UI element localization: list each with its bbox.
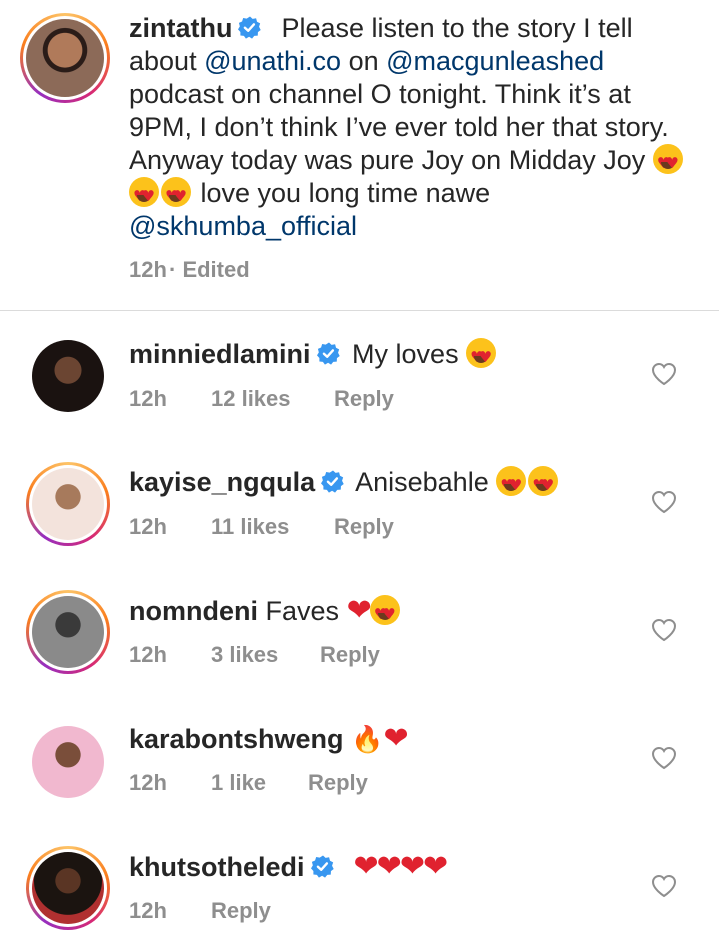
heart-eyes-emoji <box>652 144 683 180</box>
comment-username[interactable]: nomndeni <box>129 596 258 626</box>
comment-timestamp: 12h <box>129 642 167 667</box>
red-heart-emoji: ❤ <box>376 849 402 884</box>
post-author-avatar[interactable] <box>20 13 110 103</box>
fire-emoji: 🔥 <box>351 725 384 755</box>
caption-text-2: on <box>341 46 387 76</box>
comment-avatar[interactable] <box>26 590 110 674</box>
comment-timestamp: 12h <box>129 386 167 411</box>
post-timestamp: 12h <box>129 257 167 282</box>
verified-badge-icon <box>238 16 263 40</box>
mention-skhumba[interactable]: @skhumba_official <box>129 211 357 241</box>
verified-badge-icon <box>321 470 346 494</box>
comment-likes[interactable]: 3 likes <box>211 642 278 668</box>
comment-text: My loves <box>352 339 459 369</box>
comment-username[interactable]: khutsotheledi <box>129 852 305 882</box>
post-edited-label: · Edited <box>169 257 250 282</box>
comment-timestamp: 12h <box>129 770 167 795</box>
comment-avatar[interactable] <box>26 846 110 930</box>
comment-body: minniedlamini My loves <box>129 338 498 374</box>
comment-reply-button[interactable]: Reply <box>334 386 394 412</box>
comment-reply-button[interactable]: Reply <box>334 514 394 540</box>
red-heart-emoji: ❤ <box>346 593 372 628</box>
comment-avatar[interactable] <box>32 726 104 798</box>
post-caption: zintathu Please listen to the story I te… <box>129 12 689 243</box>
comment-likes[interactable]: 12 likes <box>211 386 291 412</box>
heart-outline-icon[interactable] <box>651 490 677 514</box>
comment-reply-button[interactable]: Reply <box>320 642 380 668</box>
mention-macgunleashed[interactable]: @macgunleashed <box>386 46 604 76</box>
verified-badge-icon <box>316 342 341 366</box>
comment-reply-button[interactable]: Reply <box>308 770 368 796</box>
comment-text: Faves <box>265 596 340 626</box>
comment-timestamp: 12h <box>129 898 167 923</box>
heart-outline-icon[interactable] <box>651 874 677 898</box>
post-author-username[interactable]: zintathu <box>129 13 232 43</box>
verified-badge-icon <box>310 855 335 879</box>
heart-outline-icon[interactable] <box>651 618 677 642</box>
comment-text: Anisebahle <box>355 467 489 497</box>
heart-outline-icon[interactable] <box>651 746 677 770</box>
comment-body: karabontshweng 🔥❤ <box>129 721 409 757</box>
comment-body: kayise_ngqula Anisebahle <box>129 466 560 502</box>
red-heart-emoji: ❤ <box>383 721 408 756</box>
heart-eyes-emoji <box>466 338 497 374</box>
comment-likes[interactable]: 11 likes <box>211 514 289 540</box>
red-heart-emoji: ❤ <box>422 849 448 884</box>
heart-eyes-emoji <box>161 177 191 213</box>
comment-timestamp: 12h <box>129 514 167 539</box>
comment-avatar[interactable] <box>32 340 104 412</box>
comment-body: khutsotheledi ❤❤❤❤ <box>129 849 448 884</box>
comment-avatar[interactable] <box>26 462 110 546</box>
comment-likes[interactable]: 1 like <box>211 770 266 796</box>
red-heart-emoji: ❤ <box>399 849 425 884</box>
caption-text-4: love you long time nawe <box>193 178 491 208</box>
comment-username[interactable]: minniedlamini <box>129 339 311 369</box>
comment-reply-button[interactable]: Reply <box>211 898 271 924</box>
heart-outline-icon[interactable] <box>651 362 677 386</box>
comment-username[interactable]: karabontshweng <box>129 724 344 754</box>
heart-eyes-emoji <box>528 466 559 502</box>
heart-eyes-emoji <box>369 595 400 631</box>
mention-unathi[interactable]: @unathi.co <box>204 46 341 76</box>
comment-body: nomndeni Faves ❤ <box>129 593 402 631</box>
red-heart-emoji: ❤ <box>353 849 379 884</box>
divider <box>0 310 719 311</box>
caption-text-3: podcast on channel O tonight. Think it’s… <box>129 79 669 175</box>
comment-username[interactable]: kayise_ngqula <box>129 467 315 497</box>
heart-eyes-emoji <box>496 466 527 502</box>
heart-eyes-emoji <box>129 177 159 213</box>
